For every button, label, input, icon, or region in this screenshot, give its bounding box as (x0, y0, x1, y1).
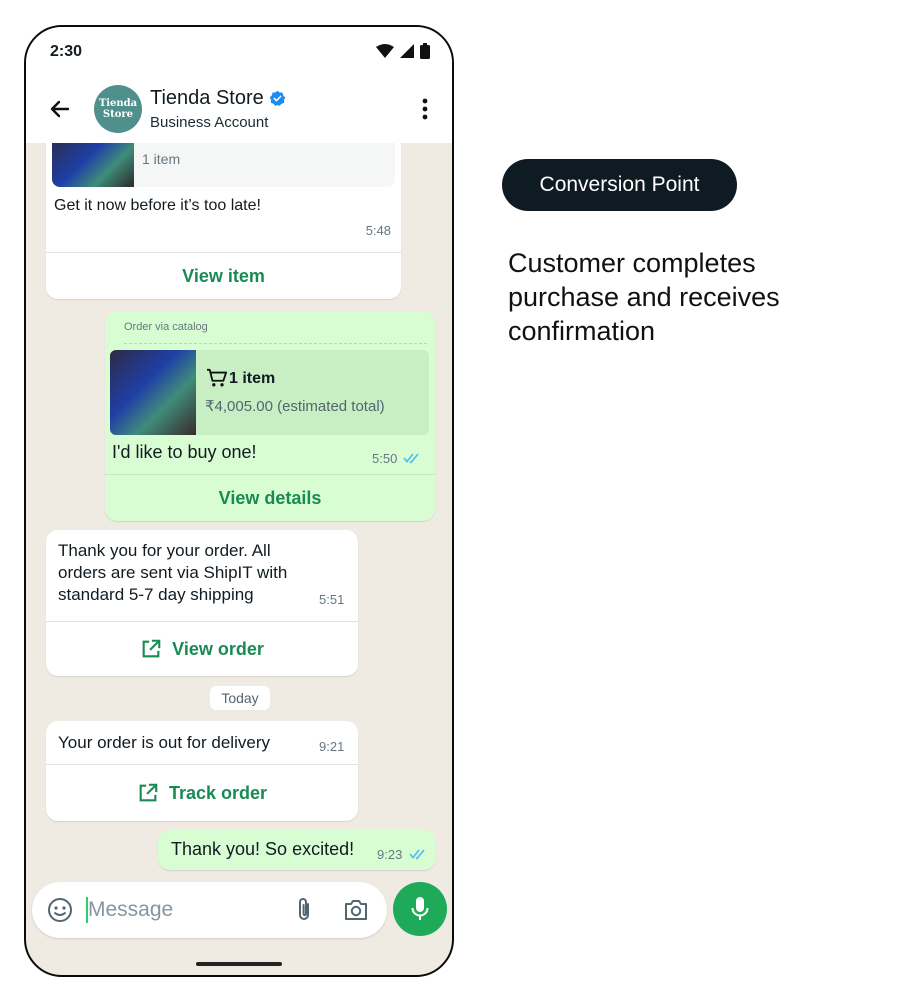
step-description: Customer completes purchase and receives… (508, 248, 780, 346)
back-arrow-icon[interactable] (48, 97, 72, 121)
chat-header: Tienda Store Tienda Store Business Accou… (26, 79, 452, 144)
confirmation-message-bubble: Thank you for your order. All orders are… (46, 530, 358, 676)
message-text: Thank you! So excited! (171, 839, 355, 859)
avatar-line2: Store (102, 109, 134, 120)
verified-badge-icon (269, 90, 286, 106)
divider (124, 343, 427, 344)
message-text: Your order is out for delivery (58, 733, 270, 752)
message-time: 9:23 (377, 847, 403, 862)
track-order-button[interactable]: Track order (46, 764, 358, 821)
message-time: 9:21 (319, 739, 345, 754)
product-card[interactable]: 1 item (52, 143, 395, 187)
order-total: ₹4,005.00 (estimated total) (205, 398, 385, 415)
status-time: 2:30 (50, 43, 83, 60)
conversion-point-label: Conversion Point (539, 173, 700, 196)
order-via-catalog-label: Order via catalog (124, 321, 208, 333)
more-options-icon[interactable] (422, 97, 428, 121)
view-order-label: View order (172, 638, 264, 659)
message-text: I'd like to buy one! (112, 442, 257, 462)
view-item-button[interactable]: View item (46, 252, 401, 299)
conversion-point-pill: Conversion Point (502, 159, 737, 211)
product-thumbnail (110, 350, 196, 435)
product-message-bubble: 1 item Get it now before it’s too late! … (46, 143, 401, 299)
contact-subtitle: Business Account (150, 114, 269, 131)
external-link-icon (139, 783, 158, 802)
camera-icon[interactable] (343, 898, 369, 922)
home-indicator[interactable] (196, 962, 282, 966)
message-input-placeholder[interactable]: Message (88, 898, 173, 922)
view-details-button[interactable]: View details (105, 474, 435, 521)
status-bar: 2:30 (26, 27, 452, 79)
emoji-icon[interactable] (47, 897, 73, 923)
message-time: 5:50 (372, 451, 398, 466)
wifi-icon (376, 44, 394, 58)
reply-message-bubble: Thank you! So excited! 9:23 (158, 830, 436, 870)
avatar[interactable]: Tienda Store (94, 85, 142, 133)
track-order-label: Track order (168, 782, 268, 803)
delivery-message-bubble: Your order is out for delivery 9:21 Trac… (46, 721, 358, 821)
battery-icon (420, 43, 430, 59)
message-text: Get it now before it’s too late! (54, 197, 261, 214)
view-order-button[interactable]: View order (46, 621, 358, 676)
chat-area[interactable]: 1 item Get it now before it’s too late! … (26, 143, 452, 878)
view-details-label: View details (218, 487, 322, 508)
double-check-icon (409, 849, 425, 860)
external-link-icon (142, 639, 161, 658)
order-card[interactable]: 1 item ₹4,005.00 (estimated total) (110, 350, 429, 435)
microphone-icon (411, 897, 429, 920)
product-item-count: 1 item (142, 151, 181, 167)
phone-frame: 2:30 Tienda Store Tienda Store Business … (24, 25, 454, 977)
message-text: Thank you for your order. All orders are… (58, 541, 288, 604)
contact-name: Tienda Store (150, 87, 264, 109)
system-icons (376, 43, 430, 59)
view-item-label: View item (182, 265, 265, 286)
order-item-count: 1 item (229, 370, 276, 387)
message-composer[interactable]: Message (32, 882, 387, 938)
message-time: 5:48 (365, 223, 391, 238)
voice-message-button[interactable] (393, 882, 447, 936)
avatar-line1: Tienda (98, 98, 138, 109)
message-time: 5:51 (319, 592, 345, 607)
order-message-bubble: Order via catalog 1 item ₹4,005.00 (esti… (105, 311, 435, 521)
contact-name-row[interactable]: Tienda Store (150, 87, 286, 110)
attach-icon[interactable] (295, 897, 313, 923)
double-check-icon (403, 453, 419, 464)
date-divider-label: Today (221, 690, 259, 706)
date-divider: Today (210, 686, 270, 710)
product-thumbnail (52, 143, 134, 187)
signal-icon (400, 44, 414, 58)
cart-icon (207, 368, 227, 387)
